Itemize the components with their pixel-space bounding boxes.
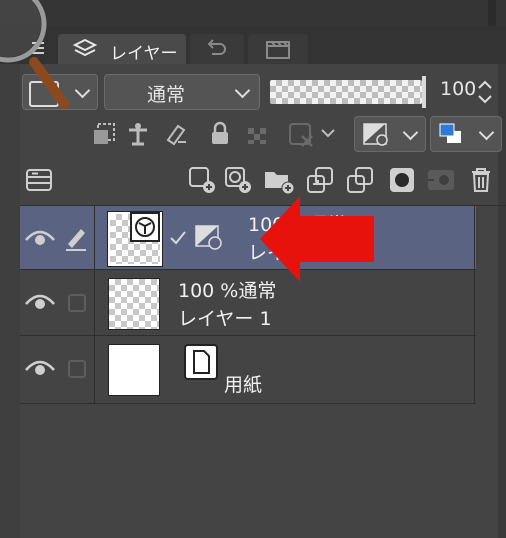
layer-name: レイヤー 1 xyxy=(178,308,272,330)
mask-settings-icon[interactable] xyxy=(286,118,340,150)
layer-lock-checkbox[interactable] xyxy=(68,294,86,312)
expression-color-icon xyxy=(361,121,391,147)
tab-animation[interactable] xyxy=(248,34,308,64)
draft-layer-icon[interactable] xyxy=(162,120,190,148)
layer-property-icon[interactable] xyxy=(24,166,54,194)
tab-layer-label: レイヤー xyxy=(110,44,178,64)
opacity-slider-handle[interactable] xyxy=(422,76,426,108)
sub-color-dropdown[interactable] xyxy=(430,116,502,152)
expression-color-dropdown[interactable] xyxy=(354,116,426,152)
opacity-stepper[interactable] xyxy=(476,76,494,108)
create-layer-mask-icon[interactable] xyxy=(386,164,418,196)
expression-color-icon xyxy=(192,222,226,252)
checkmark-icon xyxy=(168,228,188,248)
new-vector-layer-icon[interactable] xyxy=(222,164,254,196)
color-swatch-icon xyxy=(437,121,465,147)
clip-to-layer-below-icon[interactable] xyxy=(90,120,118,148)
paper-layer-icon xyxy=(184,344,218,380)
undo-history-icon xyxy=(204,38,230,60)
eye-icon[interactable] xyxy=(24,226,56,248)
vector-badge-icon xyxy=(130,212,160,242)
pencil-icon[interactable] xyxy=(62,224,90,252)
opacity-value[interactable]: 100 xyxy=(440,78,476,100)
divider xyxy=(474,206,475,404)
red-arrow-annotation xyxy=(258,190,378,288)
chevron-down-icon xyxy=(478,124,495,141)
layer-row[interactable]: 100 %通常 レイヤー 2 xyxy=(20,206,476,270)
reference-layer-icon[interactable] xyxy=(124,120,152,148)
tab-undo-history[interactable] xyxy=(190,34,244,64)
paper-thumbnail xyxy=(108,344,160,396)
clapperboard-icon xyxy=(264,38,292,60)
lock-icon[interactable] xyxy=(206,120,234,148)
layer-thumbnail xyxy=(108,278,160,330)
blend-mode-dropdown[interactable]: 通常 xyxy=(104,74,260,110)
layer-row[interactable]: 用紙 xyxy=(20,336,476,404)
opacity-slider[interactable] xyxy=(270,80,422,104)
layer-lock-checkbox[interactable] xyxy=(68,360,86,378)
blend-mode-value: 通常 xyxy=(147,84,186,106)
chevron-down-icon xyxy=(234,82,251,99)
lock-transparent-pixels-icon[interactable] xyxy=(244,120,272,148)
new-raster-layer-icon[interactable] xyxy=(186,164,218,196)
chevron-down-icon xyxy=(402,124,419,141)
eye-icon[interactable] xyxy=(24,290,56,312)
apply-mask-icon[interactable] xyxy=(424,164,460,196)
eye-icon[interactable] xyxy=(24,356,56,378)
magnifier-cursor-icon xyxy=(0,0,80,110)
layer-name: 用紙 xyxy=(224,374,263,396)
layer-row[interactable]: 100 %通常 レイヤー 1 xyxy=(20,270,476,336)
delete-layer-icon[interactable] xyxy=(466,164,496,196)
